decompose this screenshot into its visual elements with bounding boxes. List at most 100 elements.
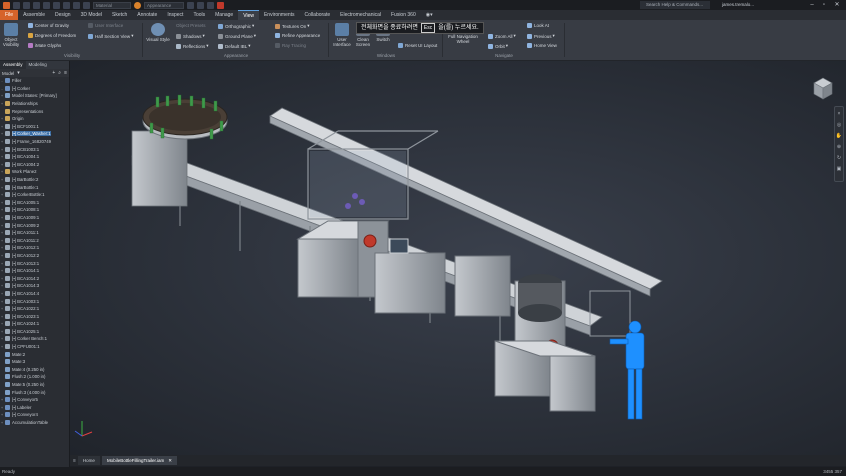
collapse-icon[interactable]: - bbox=[0, 78, 4, 83]
help-search-input[interactable]: Search Help & Commands... bbox=[640, 1, 710, 9]
close-icon[interactable]: ✕ bbox=[833, 1, 841, 9]
expand-icon[interactable]: + bbox=[0, 336, 4, 341]
app-logo-icon[interactable] bbox=[3, 1, 10, 9]
tree-row[interactable]: + [▪] BCA1014:3 bbox=[0, 282, 69, 290]
tab-active-document[interactable]: MobileBottleFillingTrailer.iam ✕ bbox=[101, 456, 178, 465]
tree-row[interactable]: - [▪] Corker bbox=[0, 85, 69, 93]
tab-manage[interactable]: Manage bbox=[210, 10, 238, 20]
assembly-model[interactable] bbox=[70, 61, 846, 455]
ray-tracing-button[interactable]: Ray Tracing bbox=[275, 43, 306, 48]
restore-icon[interactable]: ▫ bbox=[820, 1, 828, 9]
home-view-button[interactable]: Home View bbox=[527, 43, 557, 48]
add-icon[interactable] bbox=[217, 1, 224, 9]
chevron-down-icon[interactable]: ▾ bbox=[17, 70, 20, 76]
tab-home[interactable]: Home bbox=[77, 456, 100, 465]
full-navigation-wheel-button[interactable]: Full Navigation Wheel bbox=[446, 34, 480, 44]
expand-icon[interactable]: + bbox=[0, 253, 4, 258]
undo-icon[interactable] bbox=[43, 1, 50, 9]
tab-assemble[interactable]: Assemble bbox=[18, 10, 50, 20]
collapse-icon[interactable]: - bbox=[0, 86, 4, 91]
expand-icon[interactable]: + bbox=[0, 344, 4, 349]
default-ibl-button[interactable]: Default IBL ▾ bbox=[218, 43, 251, 49]
material-dropdown[interactable]: Material bbox=[93, 1, 131, 9]
appearance-swatch-icon[interactable] bbox=[134, 1, 141, 9]
tree-row[interactable]: + [▪] BCA1024:1 bbox=[0, 320, 69, 328]
expand-icon[interactable]: + bbox=[0, 93, 4, 98]
expand-icon[interactable]: + bbox=[0, 101, 4, 106]
tree-row[interactable]: Flush:2 (1.000 in) bbox=[0, 373, 69, 381]
expand-icon[interactable]: + bbox=[0, 131, 4, 136]
expand-icon[interactable]: + bbox=[0, 238, 4, 243]
tree-row[interactable]: + [▪] BCA1004:2 bbox=[0, 161, 69, 169]
expand-icon[interactable]: + bbox=[0, 177, 4, 182]
tree-row[interactable]: + Model States: [Primary] bbox=[0, 92, 69, 100]
expand-icon[interactable]: + bbox=[0, 314, 4, 319]
tree-row[interactable]: + [▪] BCF1001:1 bbox=[0, 123, 69, 131]
expand-icon[interactable]: + bbox=[0, 283, 4, 288]
tree-row[interactable]: + [▪] Conveyor4 bbox=[0, 411, 69, 419]
expand-icon[interactable]: + bbox=[0, 245, 4, 250]
tree-row[interactable]: + Origin bbox=[0, 115, 69, 123]
save-icon[interactable] bbox=[33, 1, 40, 9]
expand-icon[interactable]: + bbox=[0, 192, 4, 197]
tree-row[interactable]: Flush:3 (4.000 in) bbox=[0, 388, 69, 396]
expand-icon[interactable]: + bbox=[0, 306, 4, 311]
tab-fusion-360[interactable]: Fusion 360 bbox=[386, 10, 421, 20]
add-icon[interactable]: + bbox=[52, 70, 55, 76]
visual-style-button[interactable]: Visual Style bbox=[146, 23, 170, 42]
shadows-button[interactable]: Shadows ▾ bbox=[176, 33, 205, 39]
tree-row[interactable]: + [▪] BCA1014:1 bbox=[0, 267, 69, 275]
tab-electromechanical[interactable]: Electromechanical bbox=[335, 10, 386, 20]
expand-icon[interactable]: + bbox=[0, 223, 4, 228]
ribbon-options-icon[interactable]: ◉▾ bbox=[421, 10, 438, 20]
expand-icon[interactable]: + bbox=[0, 412, 4, 417]
expand-icon[interactable]: + bbox=[0, 420, 4, 425]
tree-row[interactable]: + [▪] BCA1009:1 bbox=[0, 214, 69, 222]
ground-plane-button[interactable]: Ground Plane ▾ bbox=[218, 33, 256, 39]
redo-icon[interactable] bbox=[53, 1, 60, 9]
open-icon[interactable] bbox=[23, 1, 30, 9]
zoom-icon[interactable]: ⊕ bbox=[835, 143, 843, 151]
expand-icon[interactable]: + bbox=[0, 321, 4, 326]
expand-icon[interactable]: + bbox=[0, 291, 4, 296]
reflections-button[interactable]: Reflections ▾ bbox=[176, 43, 209, 49]
expand-icon[interactable]: + bbox=[0, 185, 4, 190]
tab-tools[interactable]: Tools bbox=[188, 10, 210, 20]
tree-row[interactable]: + [▪] BCA1011:2 bbox=[0, 236, 69, 244]
expand-icon[interactable]: + bbox=[0, 154, 4, 159]
parameters-icon[interactable] bbox=[207, 1, 214, 9]
expand-icon[interactable]: + bbox=[0, 276, 4, 281]
expand-icon[interactable]: + bbox=[0, 405, 4, 410]
minimize-icon[interactable]: – bbox=[808, 1, 816, 9]
tab-assembly[interactable]: Assembly bbox=[0, 61, 26, 69]
tree-row[interactable]: + [▪] BCA1003:1 bbox=[0, 297, 69, 305]
tree-row[interactable]: + [▪] BCA1022:1 bbox=[0, 305, 69, 313]
tree-row[interactable]: - Filler bbox=[0, 77, 69, 85]
half-section-view-button[interactable]: Half Section View ▾ bbox=[88, 33, 133, 39]
view-cube-icon[interactable] bbox=[812, 76, 834, 102]
tree-row[interactable]: + [▪] BCA1014:4 bbox=[0, 290, 69, 298]
tree-row[interactable]: + [▪] BCA1014:2 bbox=[0, 274, 69, 282]
tree-row[interactable]: Mate:3 bbox=[0, 358, 69, 366]
tree-row[interactable]: Mate:4 (0.250 in) bbox=[0, 366, 69, 374]
expand-icon[interactable]: + bbox=[0, 147, 4, 152]
tree-row[interactable]: + [▪] BCB1003:1 bbox=[0, 145, 69, 153]
expand-icon[interactable]: + bbox=[0, 230, 4, 235]
measure-icon[interactable] bbox=[187, 1, 194, 9]
tree-row[interactable]: + [▪] Corker_Washer:1 bbox=[0, 130, 69, 138]
expand-icon[interactable]: + bbox=[0, 215, 4, 220]
orbit-button[interactable]: Orbit ▾ bbox=[488, 43, 508, 49]
tab-design[interactable]: Design bbox=[50, 10, 76, 20]
expand-icon[interactable]: + bbox=[0, 207, 4, 212]
select-icon[interactable] bbox=[73, 1, 80, 9]
zoom-all-button[interactable]: Zoom All ▾ bbox=[488, 33, 516, 39]
tree-row[interactable]: + [▪] BCA1004:1 bbox=[0, 153, 69, 161]
tree-row[interactable]: + [▪] BCA1012:1 bbox=[0, 244, 69, 252]
tree-row[interactable]: + [▪] BCA1011:1 bbox=[0, 229, 69, 237]
new-icon[interactable] bbox=[13, 1, 20, 9]
steering-wheel-icon[interactable]: ◎ bbox=[835, 121, 843, 129]
tree-row[interactable]: + [▪] BCA1023:1 bbox=[0, 312, 69, 320]
tab-file[interactable]: File bbox=[0, 10, 19, 20]
tab-environments[interactable]: Environments bbox=[259, 10, 300, 20]
imate-glyphs-button[interactable]: iMate Glyphs bbox=[28, 43, 61, 48]
